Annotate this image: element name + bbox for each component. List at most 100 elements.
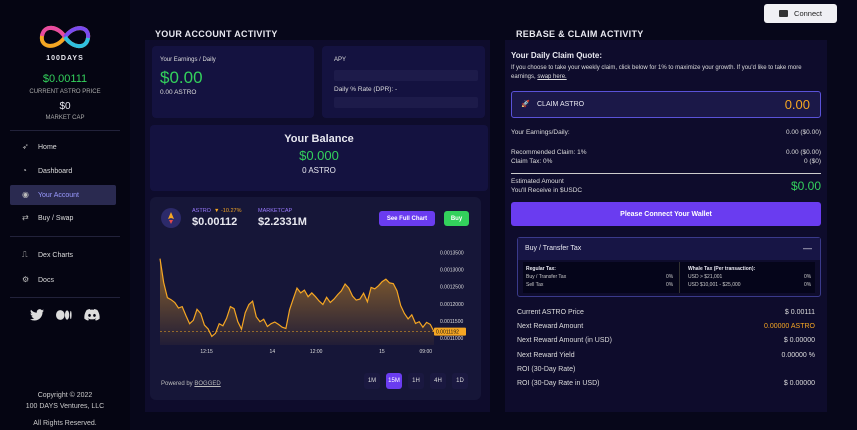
estimated-receive-label: Estimated Amount: [511, 178, 564, 185]
tax-divider: [679, 262, 680, 293]
tax-title: Buy / Transfer Tax: [525, 245, 582, 252]
discord-icon[interactable]: [84, 309, 100, 321]
stat-row: ROI (30-Day Rate in USD) $ 0.00000: [517, 380, 815, 387]
astro-price: $0.00111: [42, 73, 88, 85]
whale-tax-label-1: USD > $21,001: [688, 274, 723, 280]
timeframe-15m[interactable]: 15M: [386, 373, 402, 389]
whale-tax-label-2: USD $10,001 - $25,000: [688, 282, 741, 288]
connect-wallet-button[interactable]: Please Connect Your Wallet: [511, 202, 821, 226]
apy-label: APY: [334, 57, 347, 63]
current-price-value: 0.0011192: [436, 330, 459, 336]
collapse-icon[interactable]: —: [803, 243, 812, 253]
nav-your-account[interactable]: ◉ Your Account: [10, 185, 116, 205]
y-tick-label: 0.0011000: [440, 336, 463, 342]
sell-tax-label: Sell Tax: [526, 282, 544, 288]
social-links: [30, 309, 100, 321]
nav-buy-swap[interactable]: ⇄ Buy / Swap: [10, 208, 116, 228]
sidebar: 100DAYS $0.00111 CURRENT ASTRO PRICE $0 …: [0, 0, 130, 430]
marketcap-value: $2.2331M: [258, 216, 307, 228]
price-area: [160, 258, 434, 345]
brand-name: 100DAYS: [46, 55, 84, 62]
buy-tax-value: 0%: [666, 274, 674, 280]
market-cap: $0: [59, 101, 71, 112]
user-icon: ◉: [22, 190, 29, 199]
twitter-icon[interactable]: [30, 309, 44, 321]
apy-value-placeholder: [334, 70, 478, 81]
buy-button[interactable]: Buy: [444, 211, 469, 226]
divider: [10, 236, 120, 237]
nav-home[interactable]: ➶ Home: [10, 137, 116, 157]
marketcap-label: MARKETCAP: [258, 208, 293, 214]
chart-icon: ⎍: [22, 250, 28, 259]
nav-dex-charts[interactable]: ⎍ Dex Charts: [10, 245, 116, 265]
y-tick-label: 0.0013500: [440, 250, 464, 256]
divider: [10, 130, 120, 131]
timeframe-4h[interactable]: 4H: [430, 373, 446, 389]
x-tick-label: 14: [270, 349, 276, 355]
apy-card: APY Daily % Rate (DPR): -: [322, 46, 485, 118]
market-cap-label: MARKET CAP: [45, 115, 85, 121]
powered-by: Powered by BOGGED: [161, 381, 221, 387]
claim-astro-input[interactable]: 🚀 CLAIM ASTRO 0.00: [511, 91, 821, 118]
earnings-card: Your Earnings / Daily $0.00 0.00 ASTRO: [152, 46, 314, 118]
stat-row: Next Reward Amount (in USD) $ 0.00000: [517, 337, 815, 344]
connect-button[interactable]: Connect: [764, 4, 837, 23]
balance-value: $0.000: [299, 148, 339, 163]
price-change: ▼ -10.27%: [214, 208, 242, 214]
earnings-value: $0.00: [160, 68, 203, 87]
claim-tax-row: Claim Tax: 0% 0 ($0): [511, 158, 821, 165]
dpr-value-placeholder: [334, 97, 478, 108]
nav-docs[interactable]: ⚙ Docs: [10, 270, 116, 290]
see-full-chart-button[interactable]: See Full Chart: [379, 211, 435, 226]
earnings-astro: 0.00 ASTRO: [160, 89, 197, 96]
medium-icon[interactable]: [56, 309, 72, 321]
timeframe-1d[interactable]: 1D: [452, 373, 468, 389]
y-tick-label: 0.0013000: [440, 268, 464, 274]
stat-row: ROI (30-Day Rate): [517, 366, 576, 373]
gauge-icon: ◔: [22, 166, 27, 175]
divider: [10, 297, 120, 298]
divider: [511, 173, 821, 174]
rights: All Rights Reserved.: [33, 420, 97, 427]
buy-tax-label: Buy / Transfer Tax: [526, 274, 567, 280]
y-tick-label: 0.0012000: [440, 302, 464, 308]
x-tick-label: 12:00: [310, 349, 323, 355]
astro-token-icon: [161, 208, 181, 228]
sell-tax-value: 0%: [666, 282, 674, 288]
claim-value: 0.00: [784, 97, 810, 112]
stat-row: Next Reward Yield 0.00000 %: [517, 352, 815, 359]
claim-quote-text: If you choose to take your weekly claim,…: [511, 65, 802, 80]
whale-tax-value-2: 0%: [804, 282, 812, 288]
balance-title: Your Balance: [284, 133, 354, 145]
bogged-link[interactable]: BOGGED: [194, 381, 220, 387]
nav-dashboard[interactable]: ◔ Dashboard: [10, 161, 116, 181]
astro-price-label: CURRENT ASTRO PRICE: [29, 89, 101, 95]
token-symbol: ASTRO: [192, 208, 211, 214]
tax-header[interactable]: Buy / Transfer Tax —: [518, 238, 820, 260]
y-tick-label: 0.0011500: [440, 319, 463, 325]
x-tick-label: 12:15: [200, 349, 213, 355]
earnings-label: Your Earnings / Daily: [160, 57, 216, 63]
logo-icon: [39, 25, 91, 49]
token-price: $0.00112: [192, 216, 238, 228]
tax-table: Regular Tax: Buy / Transfer Tax 0% Sell …: [523, 262, 815, 293]
x-tick-label: 15: [379, 349, 385, 355]
price-chart[interactable]: 0.0013500 0.0013000 0.0012500 0.0012000 0.00…: [156, 245, 474, 360]
timeframe-1m[interactable]: 1M: [364, 373, 380, 389]
estimated-receive-value: $0.00: [790, 179, 821, 193]
earnings-daily-row: Your Earnings/Daily: 0.00 ($0.00): [511, 129, 821, 136]
rocket-icon: ➶: [22, 142, 29, 151]
balance-astro: 0 ASTRO: [302, 166, 336, 175]
timeframe-1h[interactable]: 1H: [408, 373, 424, 389]
swap-link[interactable]: swap here.: [537, 74, 566, 80]
tax-panel: Buy / Transfer Tax — Regular Tax: Buy / …: [517, 237, 821, 297]
docs-icon: ⚙: [22, 275, 30, 284]
stat-row: Current ASTRO Price $ 0.00111: [517, 309, 815, 316]
claim-quote-title: Your Daily Claim Quote:: [511, 51, 602, 60]
stat-row: Next Reward Amount 0.00000 ASTRO: [517, 323, 815, 330]
company-name: 100 DAYS Ventures, LLC: [25, 403, 105, 410]
whale-tax-value-1: 0%: [804, 274, 812, 280]
rebase-title: REBASE & CLAIM ACTIVITY: [516, 29, 644, 39]
balance-card: Your Balance $0.000 0 ASTRO: [150, 125, 488, 191]
estimated-receive-label2: You'll Receive in $USDC: [511, 187, 583, 194]
